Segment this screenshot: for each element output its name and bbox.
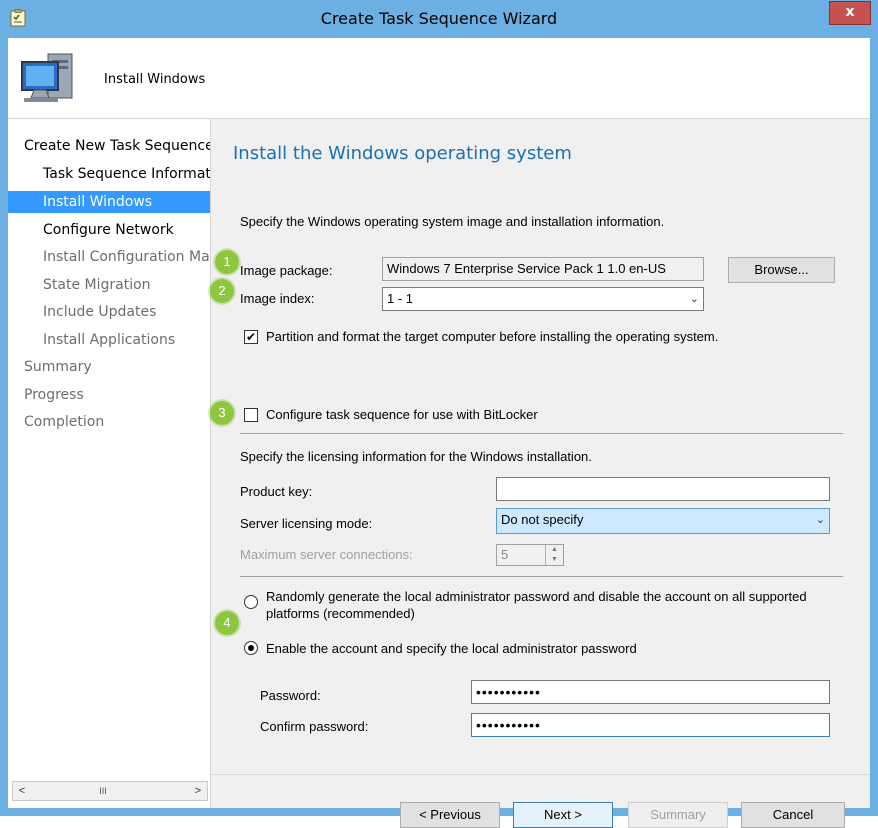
wizard-window: Create Task Sequence Wizard x Install Wi… bbox=[0, 0, 878, 828]
product-key-label: Product key: bbox=[240, 484, 313, 499]
random-password-label-line1: Randomly generate the local administrato… bbox=[266, 589, 807, 604]
window-title: Create Task Sequence Wizard bbox=[320, 9, 558, 28]
nav-item-state-migration: State Migration bbox=[43, 277, 151, 293]
scroll-thumb[interactable]: III bbox=[73, 784, 133, 798]
image-package-field: Windows 7 Enterprise Service Pack 1 1.0 … bbox=[382, 257, 704, 281]
max-connections-value: 5 bbox=[501, 547, 509, 562]
cancel-button[interactable]: Cancel bbox=[741, 802, 845, 828]
confirm-password-label: Confirm password: bbox=[260, 719, 369, 734]
nav-item-create-new-task-sequence: Create New Task Sequence bbox=[24, 138, 211, 154]
image-index-label: Image index: bbox=[240, 291, 315, 306]
previous-button[interactable]: < Previous bbox=[400, 802, 500, 828]
max-connections-spinner: 5 ▲ ▼ bbox=[496, 544, 564, 566]
nav-item-include-updates: Include Updates bbox=[43, 304, 157, 320]
bitlocker-label: Configure task sequence for use with Bit… bbox=[266, 407, 538, 422]
server-licensing-label: Server licensing mode: bbox=[240, 516, 373, 531]
nav-horizontal-scrollbar[interactable]: < III > bbox=[12, 781, 208, 801]
spinner-arrows-icon: ▲ ▼ bbox=[545, 545, 563, 565]
nav-item-summary: Summary bbox=[24, 359, 92, 375]
bitlocker-checkbox[interactable] bbox=[244, 408, 258, 422]
password-input[interactable]: ••••••••••• bbox=[471, 680, 830, 704]
confirm-password-input[interactable]: ••••••••••• bbox=[471, 713, 830, 737]
browse-button[interactable]: Browse... bbox=[728, 257, 835, 283]
password-label: Password: bbox=[260, 688, 321, 703]
callout-badge-1: 1 bbox=[215, 250, 239, 274]
chevron-down-icon: ⌄ bbox=[815, 514, 825, 526]
random-password-radio[interactable] bbox=[244, 595, 258, 609]
nav-item-install-applications: Install Applications bbox=[43, 332, 176, 348]
nav-item-install-configuration-manager: Install Configuration Manager bbox=[43, 249, 210, 265]
wizard-nav: Create New Task Sequence Task Sequence I… bbox=[8, 119, 211, 808]
partition-checkbox[interactable]: ✔ bbox=[244, 330, 258, 344]
max-connections-label: Maximum server connections: bbox=[240, 547, 413, 562]
callout-badge-4: 4 bbox=[215, 611, 239, 635]
licensing-intro-text: Specify the licensing information for th… bbox=[240, 449, 592, 464]
nav-item-progress: Progress bbox=[24, 387, 84, 403]
footer-separator bbox=[211, 774, 870, 775]
scroll-left-arrow-icon[interactable]: < bbox=[13, 782, 31, 800]
wizard-client-area: Install Windows Create New Task Sequence… bbox=[8, 38, 870, 828]
page-title: Install the Windows operating system bbox=[233, 143, 572, 164]
product-key-input[interactable] bbox=[496, 477, 830, 501]
wizard-main-panel: Install the Windows operating system Spe… bbox=[210, 119, 870, 828]
chevron-down-icon: ⌄ bbox=[689, 293, 699, 305]
callout-badge-2: 2 bbox=[210, 279, 234, 303]
image-package-label: Image package: bbox=[240, 263, 333, 278]
nav-item-configure-network: Configure Network bbox=[43, 222, 174, 238]
nav-item-completion: Completion bbox=[24, 414, 105, 430]
computer-icon bbox=[21, 53, 73, 102]
server-licensing-select[interactable]: Do not specify ⌄ bbox=[496, 508, 830, 534]
title-bar[interactable]: Create Task Sequence Wizard x bbox=[0, 0, 878, 38]
separator bbox=[240, 433, 843, 434]
partition-label: Partition and format the target computer… bbox=[266, 329, 719, 344]
wizard-header-title: Install Windows bbox=[104, 72, 206, 87]
enable-account-label: Enable the account and specify the local… bbox=[266, 641, 637, 656]
nav-item-task-sequence-information: Task Sequence Information bbox=[43, 166, 211, 182]
image-index-select[interactable]: 1 - 1 ⌄ bbox=[382, 287, 704, 311]
callout-badge-3: 3 bbox=[210, 401, 234, 425]
summary-button[interactable]: Summary bbox=[628, 802, 728, 828]
enable-account-radio[interactable] bbox=[244, 641, 258, 655]
random-password-label-line2: platforms (recommended) bbox=[266, 606, 415, 621]
close-button[interactable]: x bbox=[829, 1, 871, 25]
separator bbox=[240, 576, 843, 577]
image-index-value: 1 - 1 bbox=[387, 291, 414, 306]
server-licensing-value: Do not specify bbox=[501, 512, 584, 527]
wizard-header: Install Windows bbox=[8, 38, 870, 119]
scroll-right-arrow-icon[interactable]: > bbox=[189, 782, 207, 800]
next-button[interactable]: Next > bbox=[513, 802, 613, 828]
intro-text: Specify the Windows operating system ima… bbox=[240, 214, 665, 229]
nav-item-install-windows: Install Windows bbox=[8, 191, 210, 213]
